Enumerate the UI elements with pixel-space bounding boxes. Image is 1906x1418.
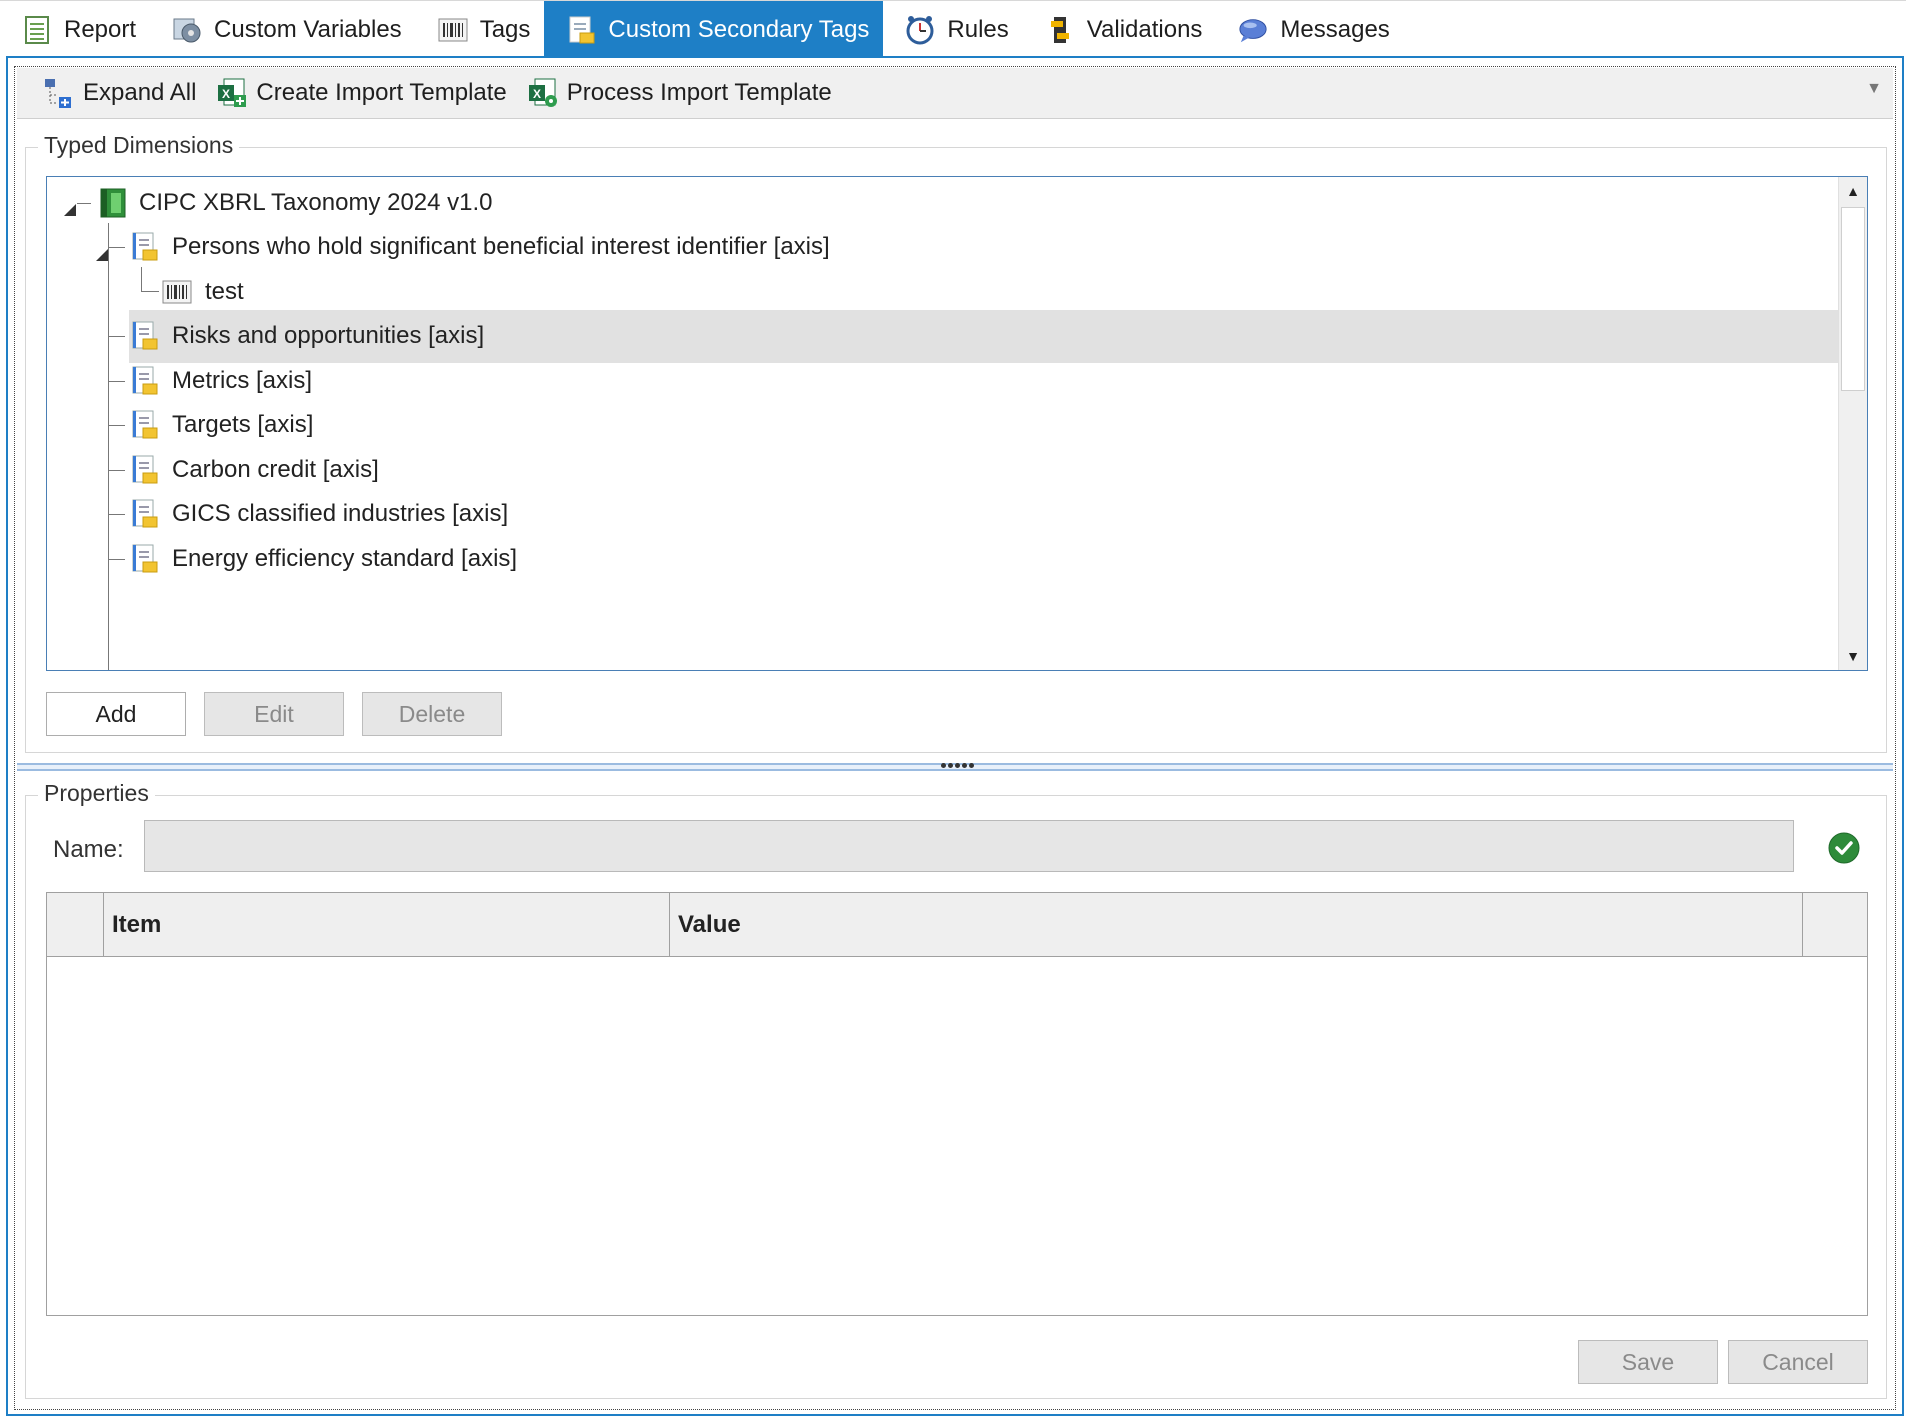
tab-label: Validations (1086, 15, 1203, 43)
clock-icon (905, 15, 935, 45)
tree-item-label: GICS classified industries [axis] (172, 500, 509, 527)
speech-bubble-icon (1238, 15, 1268, 45)
properties-grid: Item Value (46, 892, 1868, 1316)
tree-root-label: CIPC XBRL Taxonomy 2024 v1.0 (139, 189, 493, 216)
tree-item-label: Carbon credit [axis] (172, 456, 379, 483)
grid-header: Item Value (47, 893, 1867, 957)
save-button[interactable]: Save (1578, 1340, 1718, 1384)
panel-splitter[interactable] (17, 763, 1893, 771)
toolbar: Expand All X Create Import Template X Pr… (17, 68, 1893, 119)
tab-label: Report (64, 15, 137, 43)
main-frame: Expand All X Create Import Template X Pr… (6, 56, 1904, 1416)
tree-item-label: test (205, 278, 244, 305)
tree-item-label: Energy efficiency standard [axis] (172, 545, 518, 572)
expand-tree-icon (43, 77, 75, 109)
cancel-button[interactable]: Cancel (1728, 1340, 1868, 1384)
tree-item-label: Risks and opportunities [axis] (172, 322, 485, 349)
barcode-icon (438, 15, 468, 45)
valid-check-icon (1828, 832, 1860, 864)
name-label: Name: (53, 836, 124, 863)
axis-document-icon (129, 364, 161, 398)
dimensions-tree[interactable]: CIPC XBRL Taxonomy 2024 v1.0 Persons who… (46, 176, 1868, 671)
properties-title: Properties (38, 780, 155, 807)
axis-document-icon (129, 497, 161, 531)
scroll-up-arrow-icon[interactable]: ▲ (1839, 177, 1867, 205)
axis-document-icon (129, 453, 161, 487)
excel-process-icon: X (527, 77, 559, 109)
toolbar-overflow-icon[interactable]: ▼ (1863, 80, 1885, 102)
tree-item-label: Targets [axis] (172, 411, 314, 438)
tab-label: Messages (1280, 15, 1390, 43)
tree-item-label: Persons who hold significant beneficial … (172, 233, 830, 260)
add-button[interactable]: Add (46, 692, 186, 736)
splitter-grip[interactable] (941, 763, 981, 769)
tab-validations[interactable]: Validations (1023, 1, 1217, 58)
column-header-value[interactable]: Value (670, 893, 1803, 957)
tab-report[interactable]: Report (0, 1, 150, 58)
tab-messages[interactable]: Messages (1216, 1, 1403, 58)
expand-all-label: Expand All (83, 79, 197, 106)
tab-custom-secondary-tags[interactable]: Custom Secondary Tags (544, 1, 884, 58)
tab-label: Custom Secondary Tags (608, 15, 870, 43)
variables-icon (172, 15, 202, 45)
report-icon (22, 15, 52, 45)
properties-group: Properties Name: Item Value Save Cancel (25, 780, 1887, 1399)
scrollbar-thumb[interactable] (1841, 207, 1865, 391)
svg-text:X: X (222, 87, 230, 101)
validation-icon (1045, 15, 1075, 45)
tree-item-energy-axis[interactable]: Energy efficiency standard [axis] (47, 533, 1838, 586)
delete-button[interactable]: Delete (362, 692, 502, 736)
tree-item-label: Metrics [axis] (172, 367, 313, 394)
svg-text:X: X (533, 87, 541, 101)
tab-rules[interactable]: Rules (883, 1, 1022, 58)
axis-document-icon (129, 230, 161, 264)
create-import-template-button[interactable]: X Create Import Template (216, 77, 507, 109)
process-import-template-button[interactable]: X Process Import Template (527, 77, 832, 109)
tree-scrollbar[interactable]: ▲ ▼ (1838, 177, 1867, 670)
axis-document-icon (129, 542, 161, 576)
tab-label: Tags (479, 15, 531, 43)
edit-button[interactable]: Edit (204, 692, 344, 736)
name-field[interactable] (144, 820, 1794, 872)
tab-custom-variables[interactable]: Custom Variables (150, 1, 416, 58)
expand-all-button[interactable]: Expand All (43, 77, 196, 109)
tab-strip: Report Custom Variables Tags Custom Seco… (0, 0, 1906, 58)
axis-document-icon (129, 408, 161, 442)
process-import-template-label: Process Import Template (566, 79, 832, 106)
excel-add-icon: X (216, 77, 248, 109)
typed-dimensions-group: Typed Dimensions CIPC XBRL Taxonomy 2024… (25, 132, 1887, 753)
barcode-icon (161, 275, 193, 309)
collapse-arrow-icon[interactable] (63, 196, 77, 216)
extra-header-cell (1803, 893, 1867, 957)
collapse-arrow-icon[interactable] (95, 241, 109, 261)
tab-tags[interactable]: Tags (416, 1, 545, 58)
content-panel: Expand All X Create Import Template X Pr… (14, 66, 1896, 1410)
tab-label: Rules (947, 15, 1009, 43)
column-header-item[interactable]: Item (104, 893, 670, 957)
axis-document-icon (129, 319, 161, 353)
tab-label: Custom Variables (214, 15, 402, 43)
row-header-cell (47, 893, 104, 957)
secondary-tags-icon (566, 15, 596, 45)
typed-dimensions-title: Typed Dimensions (38, 132, 240, 159)
create-import-template-label: Create Import Template (256, 79, 507, 106)
taxonomy-book-icon (97, 186, 129, 220)
scroll-down-arrow-icon[interactable]: ▼ (1839, 642, 1867, 670)
